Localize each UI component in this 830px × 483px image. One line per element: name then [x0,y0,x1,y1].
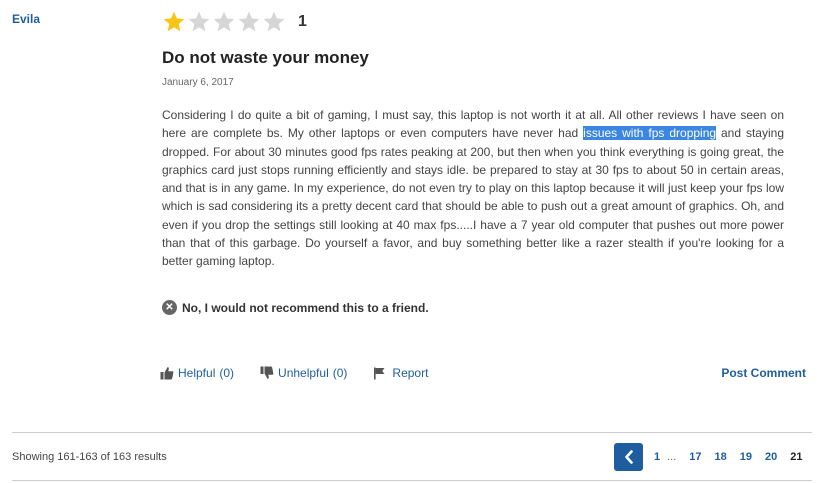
page-link-21: 21 [790,451,803,463]
helpful-button[interactable]: Helpful (0) [160,366,234,380]
review-body: Considering I do quite a bit of gaming, … [162,106,784,271]
results-count: Showing 161-163 of 163 results [12,451,167,463]
thumbs-up-icon [160,367,174,380]
page-link-17[interactable]: 17 [689,451,701,463]
chevron-left-icon [624,450,633,464]
review-actions: Helpful (0) Unhelpful (0) Report [160,366,454,380]
selected-text: issues with fps dropping [583,126,717,141]
post-comment-link[interactable]: Post Comment [721,366,806,380]
star-empty-icon [188,11,210,32]
prev-page-button[interactable] [614,443,643,471]
divider-bottom [12,480,812,481]
rating-number: 1 [298,13,307,30]
unhelpful-count: (0) [332,366,348,380]
report-label: Report [392,366,429,380]
thumbs-down-icon [260,366,274,379]
divider-top [12,432,812,433]
page-link-20[interactable]: 20 [765,451,777,463]
reviewer-name[interactable]: Evila [12,12,40,26]
recommendation: ✕ No, I would not recommend this to a fr… [162,300,429,315]
review-body-end: and staying dropped. For about 30 minute… [162,126,784,269]
pagination: 1... 17 18 19 20 21 [614,443,816,471]
unhelpful-button[interactable]: Unhelpful (0) [260,366,347,380]
review-title: Do not waste your money [162,48,369,67]
recommend-text: No, I would not recommend this to a frie… [182,300,429,315]
page-ellipsis: ... [667,451,677,463]
page-links: 1... 17 18 19 20 21 [654,451,816,463]
x-circle-icon: ✕ [162,300,177,315]
star-empty-icon [238,11,260,32]
star-filled-icon [163,11,185,32]
helpful-label: Helpful [178,366,216,380]
stars-row [162,10,286,34]
page-link-1[interactable]: 1 [654,451,660,463]
star-rating: 1 [162,10,307,34]
star-empty-icon [213,11,235,32]
page-link-19[interactable]: 19 [740,451,752,463]
flag-icon [374,367,385,379]
review-date: January 6, 2017 [162,77,234,88]
report-button[interactable]: Report [373,366,428,380]
unhelpful-label: Unhelpful [278,366,329,380]
star-empty-icon [263,11,285,32]
page-link-18[interactable]: 18 [715,451,727,463]
helpful-count: (0) [219,366,235,380]
